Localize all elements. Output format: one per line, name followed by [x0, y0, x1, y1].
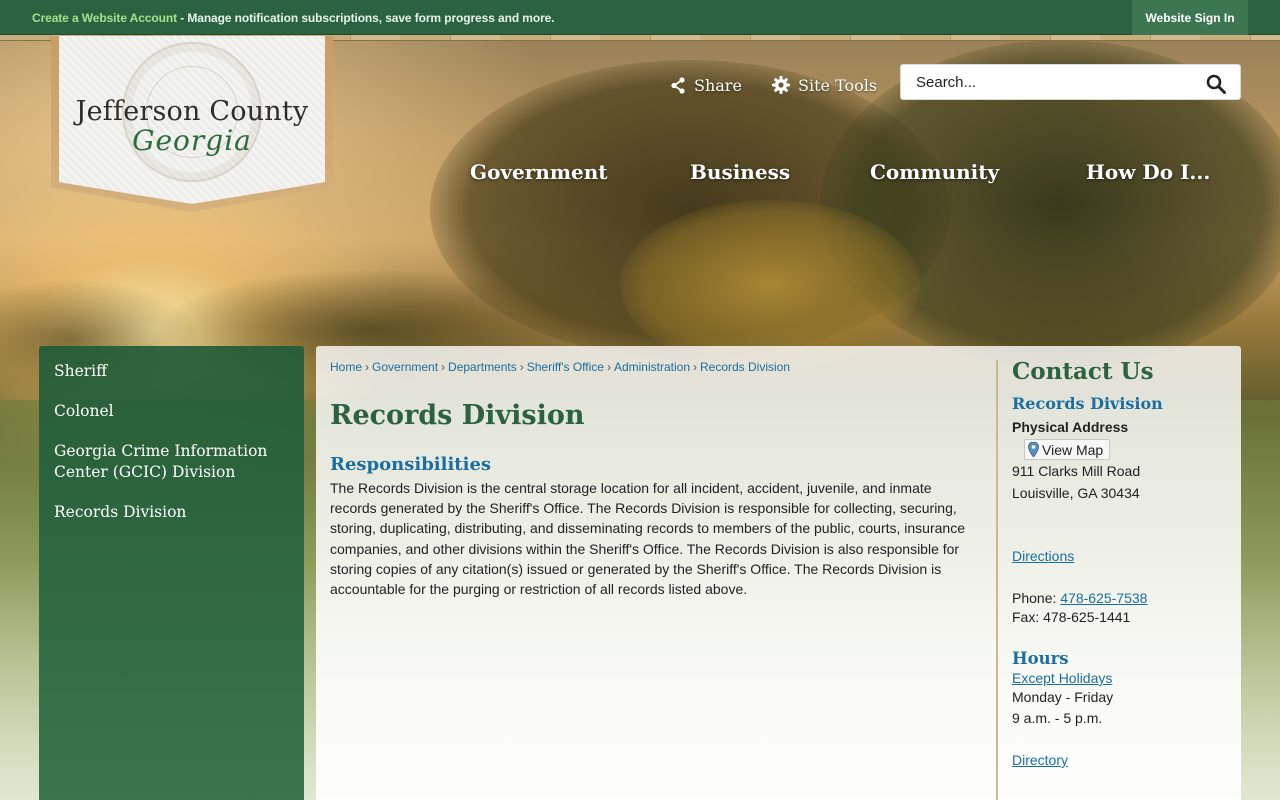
map-pin-icon: [1028, 442, 1039, 457]
contact-panel: Contact Us Records Division Physical Add…: [1012, 358, 1232, 768]
share-icon: [671, 76, 685, 94]
breadcrumb: Home › Government › Departments › Sheriff's Of…: [330, 360, 791, 374]
directory-link[interactable]: Directory: [1012, 752, 1232, 768]
nav-how-do-i[interactable]: How Do I...: [1086, 160, 1210, 190]
site-tools-button[interactable]: Site Tools: [772, 74, 877, 96]
main-content: Home › Government › Departments › Sheriff's Of…: [316, 346, 1241, 800]
sidebar-nav: Sheriff Colonel Georgia Crime Informatio…: [39, 346, 304, 800]
breadcrumb-records-division[interactable]: Records Division: [700, 360, 790, 374]
create-account-link[interactable]: Create a Website Account: [32, 11, 177, 25]
address-line-1: 911 Clarks Mill Road: [1012, 463, 1141, 479]
gear-icon: [772, 76, 790, 94]
view-map-label: View Map: [1042, 441, 1104, 458]
breadcrumb-sheriffs-office[interactable]: Sheriff's Office: [527, 360, 604, 374]
breadcrumb-home[interactable]: Home: [330, 360, 362, 374]
search-box: [900, 64, 1241, 100]
contact-heading: Contact Us: [1012, 358, 1154, 385]
physical-address-label: Physical Address: [1012, 419, 1129, 435]
sidebar-item-colonel[interactable]: Colonel: [39, 401, 304, 422]
nav-community[interactable]: Community: [870, 160, 999, 190]
responsibilities-text: The Records Division is the central stor…: [330, 480, 965, 598]
except-holidays-link[interactable]: Except Holidays: [1012, 670, 1232, 686]
site-tools-label: Site Tools: [798, 75, 878, 95]
sign-in-button[interactable]: Website Sign In: [1132, 0, 1248, 35]
nav-business[interactable]: Business: [690, 160, 790, 190]
view-map-button[interactable]: View Map: [1024, 439, 1111, 460]
account-message: Create a Website Account - Manage notifi…: [32, 11, 555, 25]
phone-link[interactable]: 478-625-7538: [1060, 590, 1147, 606]
breadcrumb-departments[interactable]: Departments: [448, 360, 517, 374]
share-button[interactable]: Share: [670, 74, 742, 96]
phone-row: Phone: 478-625-7538: [1012, 590, 1232, 606]
address-line-2: Louisville, GA 30434: [1012, 485, 1140, 501]
account-message-text: - Manage notification subscriptions, sav…: [176, 11, 555, 25]
breadcrumb-administration[interactable]: Administration: [614, 360, 690, 374]
sidebar-item-gcic-division[interactable]: Georgia Crime Information Center (GCIC) …: [39, 441, 304, 483]
sidebar-item-sheriff[interactable]: Sheriff: [39, 361, 304, 382]
nav-government[interactable]: Government: [470, 160, 608, 190]
column-divider: [996, 360, 998, 800]
fax-row: Fax: 478-625-1441: [1012, 609, 1131, 625]
hours-heading: Hours: [1012, 649, 1069, 668]
site-logo[interactable]: Jefferson County Georgia: [51, 36, 333, 212]
hours-days: Monday - Friday: [1012, 689, 1114, 705]
page-title: Records Division: [330, 400, 585, 431]
hours-time: 9 a.m. - 5 p.m.: [1012, 710, 1103, 726]
logo-title: Jefferson County: [75, 96, 309, 127]
phone-label: Phone:: [1012, 590, 1061, 606]
breadcrumb-government[interactable]: Government: [372, 360, 438, 374]
search-icon[interactable]: [1206, 74, 1226, 94]
sidebar-item-records-division[interactable]: Records Division: [39, 502, 304, 523]
top-bar: Create a Website Account - Manage notifi…: [0, 0, 1280, 35]
share-label: Share: [694, 75, 742, 95]
search-input[interactable]: [901, 65, 1201, 99]
section-heading-responsibilities: Responsibilities: [330, 454, 492, 475]
contact-name-link[interactable]: Records Division: [1012, 394, 1232, 413]
logo-subtitle: Georgia: [132, 124, 252, 157]
directions-link[interactable]: Directions: [1012, 548, 1232, 564]
